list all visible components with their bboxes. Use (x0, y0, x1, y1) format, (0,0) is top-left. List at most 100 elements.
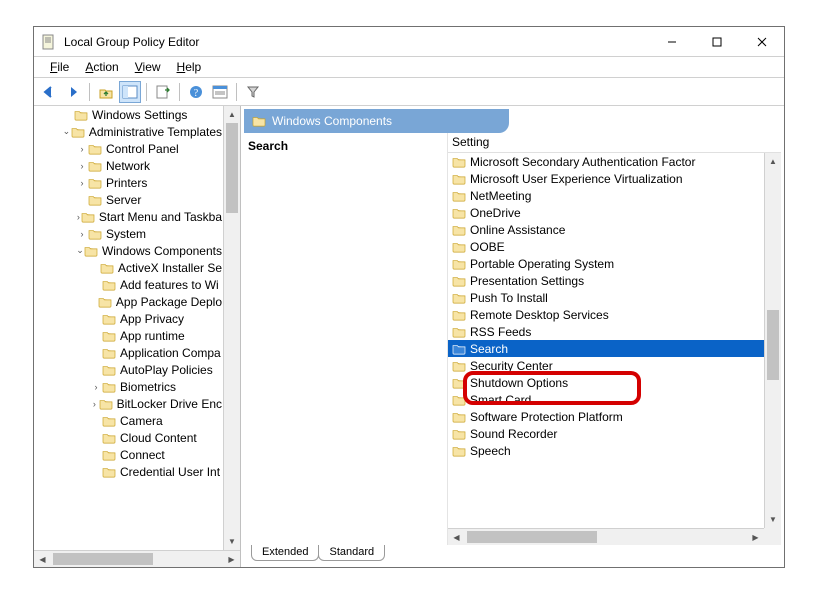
scroll-down-icon[interactable]: ▼ (224, 533, 240, 550)
scroll-thumb[interactable] (467, 531, 597, 543)
scroll-thumb[interactable] (53, 553, 153, 565)
scroll-left-icon[interactable]: ◀ (34, 551, 51, 568)
scroll-thumb[interactable] (226, 123, 238, 213)
menu-action[interactable]: Action (77, 58, 126, 76)
scroll-up-icon[interactable]: ▲ (224, 106, 240, 123)
list-item[interactable]: Shutdown Options (448, 374, 764, 391)
tree-item[interactable]: App Package Deplo (34, 293, 222, 310)
description-panel: Search (244, 133, 447, 545)
scroll-down-icon[interactable]: ▼ (765, 511, 781, 528)
scroll-up-icon[interactable]: ▲ (765, 153, 781, 170)
tree-item-label: Camera (120, 414, 163, 428)
list-horizontal-scrollbar[interactable]: ◀ ▶ (448, 528, 764, 545)
tree-item[interactable]: Camera (34, 412, 222, 429)
list-item[interactable]: Push To Install (448, 289, 764, 306)
tree-item[interactable]: › Start Menu and Taskba (34, 208, 222, 225)
tree-item-label: Cloud Content (120, 431, 197, 445)
list-item[interactable]: Microsoft Secondary Authentication Facto… (448, 153, 764, 170)
tree-item[interactable]: › Printers (34, 174, 222, 191)
collapse-icon[interactable]: ⌄ (62, 126, 71, 137)
tree-item[interactable]: › Control Panel (34, 140, 222, 157)
content-pane: Windows Components Search Setting Micros… (241, 106, 784, 567)
expand-icon[interactable]: › (90, 382, 102, 392)
menu-file[interactable]: File (42, 58, 77, 76)
tree-vertical-scrollbar[interactable]: ▲ ▼ (223, 106, 240, 550)
folder-icon (99, 398, 113, 410)
forward-button[interactable] (62, 81, 84, 103)
list-item[interactable]: OneDrive (448, 204, 764, 221)
tab-extended[interactable]: Extended (251, 545, 319, 561)
tree-item[interactable]: App Privacy (34, 310, 222, 327)
properties-button[interactable] (209, 81, 231, 103)
tree-item[interactable]: ActiveX Installer Se (34, 259, 222, 276)
tree-item[interactable]: › BitLocker Drive Enc (34, 395, 222, 412)
tree-item[interactable]: Cloud Content (34, 429, 222, 446)
tree-item[interactable]: Windows Settings (34, 106, 222, 123)
tree-item[interactable]: Connect (34, 446, 222, 463)
tree-item-label: AutoPlay Policies (120, 363, 213, 377)
body: Windows Settings⌄ Administrative Templat… (34, 106, 784, 567)
tab-standard[interactable]: Standard (318, 545, 385, 561)
list-item[interactable]: OOBE (448, 238, 764, 255)
folder-icon (74, 109, 88, 121)
expand-icon[interactable]: › (76, 178, 88, 188)
tree-item[interactable]: Add features to Wi (34, 276, 222, 293)
list-item-label: Microsoft User Experience Virtualization (470, 172, 683, 186)
tree-item[interactable]: ⌄ Administrative Templates (34, 123, 222, 140)
list-item[interactable]: Microsoft User Experience Virtualization (448, 170, 764, 187)
scroll-right-icon[interactable]: ▶ (747, 529, 764, 546)
tree-item[interactable]: › System (34, 225, 222, 242)
list-item[interactable]: Sound Recorder (448, 425, 764, 442)
menu-help[interactable]: Help (169, 58, 210, 76)
tree-item[interactable]: Application Compa (34, 344, 222, 361)
minimize-button[interactable] (649, 27, 694, 56)
list-item[interactable]: Smart Card (448, 391, 764, 408)
menu-view[interactable]: View (127, 58, 169, 76)
folder-icon (102, 415, 116, 427)
collapse-icon[interactable]: ⌄ (76, 245, 84, 256)
list-item[interactable]: Software Protection Platform (448, 408, 764, 425)
scroll-right-icon[interactable]: ▶ (223, 551, 240, 568)
list-scroll[interactable]: Microsoft Secondary Authentication Facto… (448, 153, 781, 528)
folder-icon (452, 326, 466, 338)
maximize-button[interactable] (694, 27, 739, 56)
list-item[interactable]: Presentation Settings (448, 272, 764, 289)
list-item-label: Microsoft Secondary Authentication Facto… (470, 155, 695, 169)
tree-horizontal-scrollbar[interactable]: ◀ ▶ (34, 550, 240, 567)
scroll-left-icon[interactable]: ◀ (448, 529, 465, 546)
scroll-thumb[interactable] (767, 310, 779, 380)
list-vertical-scrollbar[interactable]: ▲ ▼ (764, 153, 781, 528)
show-tree-button[interactable] (119, 81, 141, 103)
expand-icon[interactable]: › (90, 399, 99, 409)
list-item[interactable]: Security Center (448, 357, 764, 374)
tree-item[interactable]: App runtime (34, 327, 222, 344)
tree-item[interactable]: Server (34, 191, 222, 208)
tree-item[interactable]: Credential User Int (34, 463, 222, 480)
back-button[interactable] (38, 81, 60, 103)
tree-item-label: App Package Deplo (116, 295, 222, 309)
tree-item[interactable]: ⌄ Windows Components (34, 242, 222, 259)
tree-item-label: System (106, 227, 146, 241)
filter-button[interactable] (242, 81, 264, 103)
expand-icon[interactable]: › (76, 144, 88, 154)
expand-icon[interactable]: › (76, 229, 88, 239)
expand-icon[interactable]: › (76, 161, 88, 171)
export-button[interactable] (152, 81, 174, 103)
tree-scroll[interactable]: Windows Settings⌄ Administrative Templat… (34, 106, 240, 550)
list-item[interactable]: NetMeeting (448, 187, 764, 204)
close-button[interactable] (739, 27, 784, 56)
help-button[interactable]: ? (185, 81, 207, 103)
list-item[interactable]: Remote Desktop Services (448, 306, 764, 323)
list-item[interactable]: Portable Operating System (448, 255, 764, 272)
tree-item[interactable]: AutoPlay Policies (34, 361, 222, 378)
settings-list: Setting Microsoft Secondary Authenticati… (447, 133, 781, 545)
list-item[interactable]: Search (448, 340, 764, 357)
up-button[interactable] (95, 81, 117, 103)
list-item[interactable]: Speech (448, 442, 764, 459)
list-item[interactable]: Online Assistance (448, 221, 764, 238)
column-header-setting[interactable]: Setting (448, 133, 781, 153)
list-item[interactable]: RSS Feeds (448, 323, 764, 340)
tree-item[interactable]: › Biometrics (34, 378, 222, 395)
tree-item-label: Server (106, 193, 141, 207)
tree-item[interactable]: › Network (34, 157, 222, 174)
